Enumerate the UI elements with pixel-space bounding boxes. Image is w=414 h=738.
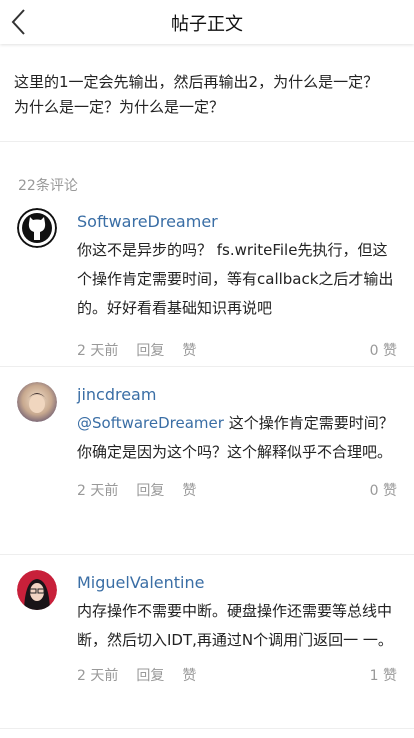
divider xyxy=(0,142,414,152)
avatar[interactable] xyxy=(17,570,57,610)
comment-author[interactable]: SoftwareDreamer xyxy=(77,200,397,232)
like-button[interactable]: 赞 xyxy=(182,665,196,685)
like-count: 0 赞 xyxy=(369,343,397,359)
post-content: 这里的1一定会先输出，然后再输出2，为什么是一定？ 为什么是一定？为什么是一定？ xyxy=(0,44,414,142)
reply-button[interactable]: 回复 xyxy=(136,665,164,685)
comment-item: jincdream @SoftwareDreamer 这个操作肯定需要时间？你确… xyxy=(0,367,414,555)
comment-author[interactable]: MiguelValentine xyxy=(77,555,397,593)
comment-count: 22条评论 xyxy=(18,178,78,194)
comment-time: 2 天前 xyxy=(77,343,119,359)
page-title: 帖子正文 xyxy=(171,14,243,35)
like-button[interactable]: 赞 xyxy=(182,480,196,500)
reply-button[interactable]: 回复 xyxy=(136,480,164,500)
comment-text: 你这不是异步的吗？ fs.writeFile先执行，但这个操作肯定需要时间，等有… xyxy=(77,241,394,317)
comment-time: 2 天前 xyxy=(77,483,119,499)
comment-item: SoftwareDreamer 你这不是异步的吗？ fs.writeFile先执… xyxy=(0,200,414,367)
reply-button[interactable]: 回复 xyxy=(136,340,164,360)
comment-text: @SoftwareDreamer 这个操作肯定需要时间？你确定是因为这个吗？这个… xyxy=(77,414,394,461)
comment-time: 2 天前 xyxy=(77,668,119,684)
avatar[interactable] xyxy=(17,208,57,248)
comment-text: 内存操作不需要中断。硬盘操作还需要等总线中断，然后切入IDT,再通过N个调用门返… xyxy=(77,602,393,649)
mention-link[interactable]: @SoftwareDreamer xyxy=(77,414,224,432)
comment-author[interactable]: jincdream xyxy=(77,367,397,405)
like-button[interactable]: 赞 xyxy=(182,340,196,360)
top-bar: 帖子正文 xyxy=(0,0,414,44)
like-count: 0 赞 xyxy=(369,483,397,499)
avatar[interactable] xyxy=(17,382,57,422)
comment-item: MiguelValentine 内存操作不需要中断。硬盘操作还需要等总线中断，然… xyxy=(0,555,414,729)
like-count: 1 赞 xyxy=(369,668,397,684)
